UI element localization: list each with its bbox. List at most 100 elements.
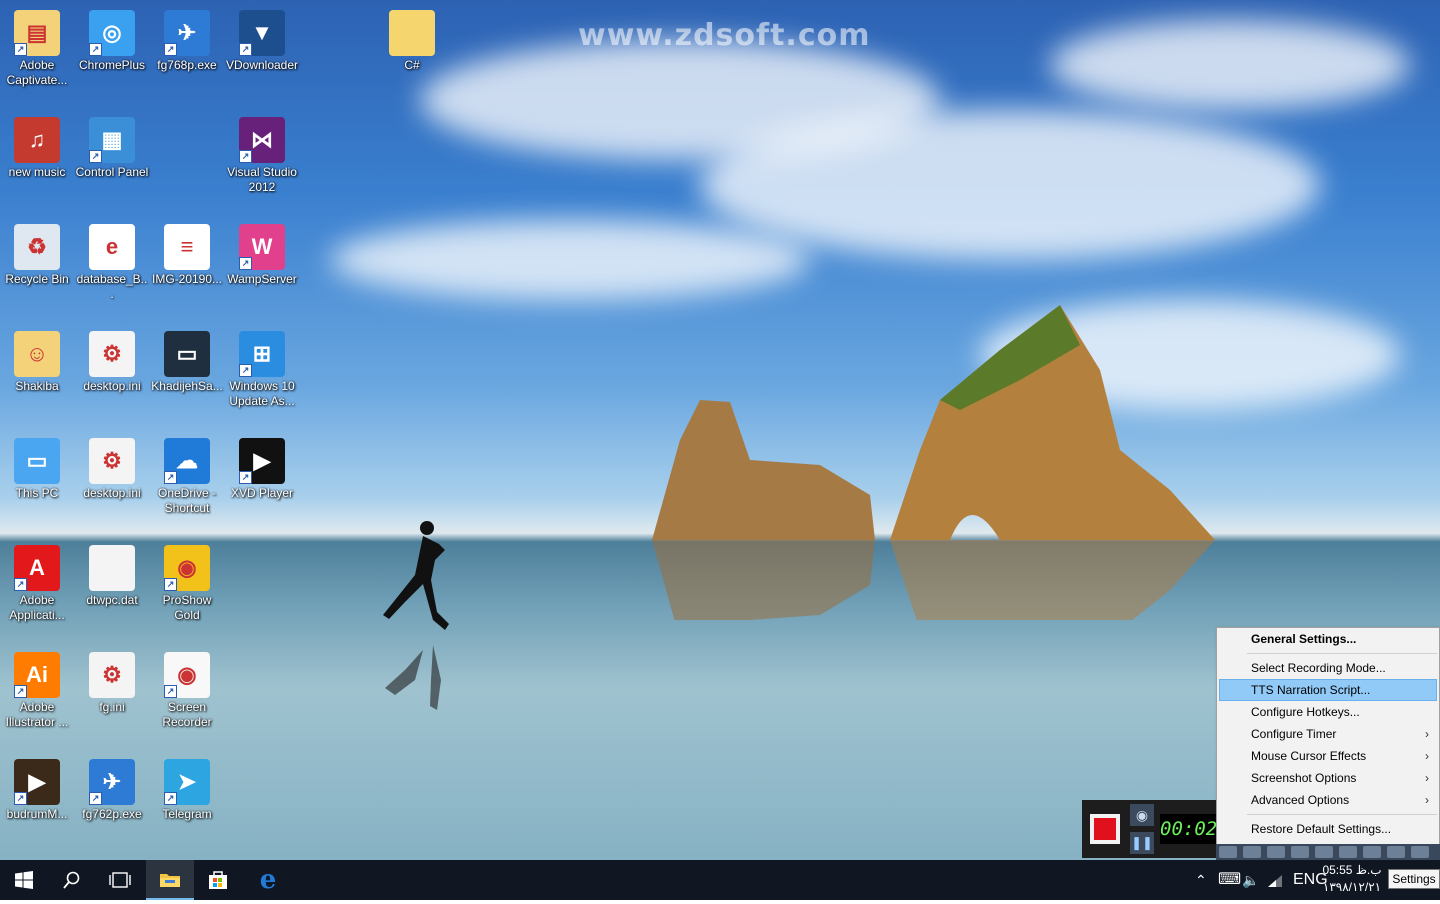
tray-icon[interactable] bbox=[1243, 846, 1261, 858]
ini-file-icon: ⚙ bbox=[89, 652, 135, 698]
desktop-icon[interactable]: Ai ↗ Adobe Illustrator ... bbox=[0, 652, 74, 730]
store-icon[interactable] bbox=[194, 860, 242, 900]
desktop-icon[interactable]: ▭ This PC bbox=[0, 438, 74, 501]
desktop-icon-label: Windows 10 Update As... bbox=[229, 379, 295, 408]
desktop-icon[interactable]: ✈ ↗ fg768p.exe bbox=[150, 10, 224, 73]
desktop-icon[interactable]: ☁ ↗ OneDrive - Shortcut bbox=[150, 438, 224, 516]
shortcut-arrow-icon: ↗ bbox=[14, 685, 27, 698]
desktop-icon-label: fg762p.exe bbox=[82, 807, 142, 821]
desktop-icon[interactable]: ▼ ↗ VDownloader bbox=[225, 10, 299, 73]
desktop-icon[interactable]: C# bbox=[375, 10, 449, 73]
shortcut-arrow-icon: ↗ bbox=[239, 471, 252, 484]
edge-browser-icon[interactable]: e bbox=[244, 860, 292, 900]
volume-icon[interactable]: 🔈 bbox=[1242, 860, 1259, 900]
network-icon[interactable] bbox=[1267, 860, 1283, 900]
menu-item[interactable]: Restore Default Settings... bbox=[1217, 818, 1439, 840]
task-view-icon[interactable] bbox=[96, 860, 144, 900]
tray-icon[interactable] bbox=[1291, 846, 1309, 858]
desktop-icon[interactable]: ☺ Shakiba bbox=[0, 331, 74, 394]
desktop-icon-label: budrumM... bbox=[6, 807, 68, 821]
menu-item[interactable]: General Settings... bbox=[1217, 628, 1439, 650]
tray-icon[interactable] bbox=[1411, 846, 1429, 858]
desktop-icon-label: Adobe Illustrator ... bbox=[5, 700, 69, 729]
menu-item-label: General Settings... bbox=[1251, 632, 1357, 646]
shortcut-arrow-icon: ↗ bbox=[14, 578, 27, 591]
desktop-icon-label: WampServer bbox=[227, 272, 297, 286]
taskbar: e ⌃ ⌨ 🔈 ENG 05:55 ب.ظ ۱۳۹۸/۱۲/۲۱ bbox=[0, 860, 1440, 900]
desktop-icon[interactable]: ≡ IMG-20190... bbox=[150, 224, 224, 287]
menu-item[interactable]: Screenshot Options › bbox=[1217, 767, 1439, 789]
desktop-icon[interactable]: dtwpc.dat bbox=[75, 545, 149, 608]
desktop-icon[interactable]: ✈ ↗ fg762p.exe bbox=[75, 759, 149, 822]
clock-time: 05:55 ب.ظ bbox=[1322, 863, 1382, 877]
desktop-icon[interactable]: ⚙ desktop.ini bbox=[75, 438, 149, 501]
menu-item-label: Configure Timer bbox=[1251, 727, 1337, 741]
start-button[interactable] bbox=[0, 860, 48, 900]
desktop-icon[interactable]: ➤ ↗ Telegram bbox=[150, 759, 224, 822]
desktop-icon[interactable]: ▶ ↗ budrumM... bbox=[0, 759, 74, 822]
keyboard-icon[interactable]: ⌨ bbox=[1218, 860, 1241, 900]
desktop-icon[interactable]: ▶ ↗ XVD Player bbox=[225, 438, 299, 501]
pause-button[interactable]: ❚❚ bbox=[1130, 832, 1154, 854]
xvd-player-icon: ▶ ↗ bbox=[239, 438, 285, 484]
fg-bird-icon: ✈ ↗ bbox=[164, 10, 210, 56]
desktop-icon[interactable]: ▭ KhadijehSa... bbox=[150, 331, 224, 394]
search-icon[interactable] bbox=[48, 860, 96, 900]
tray-icon[interactable] bbox=[1267, 846, 1285, 858]
pdf-icon: e bbox=[89, 224, 135, 270]
shortcut-arrow-icon: ↗ bbox=[164, 578, 177, 591]
desktop-icon-label: Adobe Applicati... bbox=[9, 593, 65, 622]
desktop-icon[interactable]: W ↗ WampServer bbox=[225, 224, 299, 287]
desktop-icon[interactable]: A ↗ Adobe Applicati... bbox=[0, 545, 74, 623]
menu-item[interactable]: TTS Narration Script... bbox=[1219, 679, 1437, 701]
desktop-icon[interactable]: ◎ ↗ ChromePlus bbox=[75, 10, 149, 73]
ini-file-icon: ⚙ bbox=[89, 331, 135, 377]
menu-item[interactable]: Mouse Cursor Effects › bbox=[1217, 745, 1439, 767]
shortcut-arrow-icon: ↗ bbox=[89, 150, 102, 163]
desktop-icon[interactable]: ⊞ ↗ Windows 10 Update As... bbox=[225, 331, 299, 409]
desktop[interactable]: www.zdsoft.com ▤ ↗ Adobe Captivate... ◎ ↗ Chr… bbox=[0, 0, 1440, 860]
menu-item[interactable]: Select Recording Mode... bbox=[1217, 657, 1439, 679]
desktop-icon[interactable]: ♻ Recycle Bin bbox=[0, 224, 74, 287]
tray-icon[interactable] bbox=[1363, 846, 1381, 858]
onedrive-icon: ☁ ↗ bbox=[164, 438, 210, 484]
menu-item-label: Screenshot Options bbox=[1251, 771, 1357, 785]
chevron-up-icon[interactable]: ⌃ bbox=[1195, 860, 1207, 900]
desktop-icon[interactable]: ◉ ↗ Screen Recorder bbox=[150, 652, 224, 730]
desktop-icon[interactable]: ⚙ fg.ini bbox=[75, 652, 149, 715]
desktop-icon-label: database_B... bbox=[76, 272, 148, 301]
shortcut-arrow-icon: ↗ bbox=[239, 257, 252, 270]
menu-item[interactable]: Configure Hotkeys... bbox=[1217, 701, 1439, 723]
tray-icon[interactable] bbox=[1219, 846, 1237, 858]
tray-icon[interactable] bbox=[1387, 846, 1405, 858]
desktop-icon-label: dtwpc.dat bbox=[86, 593, 138, 607]
runner-silhouette bbox=[383, 521, 449, 710]
file-explorer-icon[interactable] bbox=[146, 860, 194, 900]
menu-item[interactable]: Advanced Options › bbox=[1217, 789, 1439, 811]
desktop-icon-label: C# bbox=[404, 58, 420, 72]
desktop-icon-label: VDownloader bbox=[225, 58, 299, 72]
tray-icon[interactable] bbox=[1315, 846, 1333, 858]
music-folder-icon: ♫ bbox=[14, 117, 60, 163]
stop-record-button[interactable] bbox=[1090, 814, 1120, 844]
fg-bird-icon: ✈ ↗ bbox=[89, 759, 135, 805]
desktop-icon[interactable]: e database_B... bbox=[75, 224, 149, 302]
camera-icon[interactable]: ◉ bbox=[1130, 804, 1154, 826]
desktop-icon[interactable]: ⚙ desktop.ini bbox=[75, 331, 149, 394]
clock[interactable]: 05:55 ب.ظ ۱۳۹۸/۱۲/۲۱ bbox=[1320, 862, 1384, 896]
shortcut-arrow-icon: ↗ bbox=[164, 792, 177, 805]
illustrator-icon: Ai ↗ bbox=[14, 652, 60, 698]
control-panel-icon: ▦ ↗ bbox=[89, 117, 135, 163]
proshow-icon: ◉ ↗ bbox=[164, 545, 210, 591]
desktop-icon[interactable]: ♫ new music bbox=[0, 117, 74, 180]
desktop-icon[interactable]: ▤ ↗ Adobe Captivate... bbox=[0, 10, 74, 88]
desktop-icon[interactable]: ◉ ↗ ProShow Gold bbox=[150, 545, 224, 623]
desktop-icon[interactable]: ⋈ ↗ Visual Studio 2012 bbox=[225, 117, 299, 195]
shortcut-arrow-icon: ↗ bbox=[14, 792, 27, 805]
recording-timer: 00:02:0 bbox=[1160, 814, 1220, 844]
menu-item-label: Advanced Options bbox=[1251, 793, 1350, 807]
desktop-icon[interactable]: ▦ ↗ Control Panel bbox=[75, 117, 149, 180]
screen-recorder-icon: ◉ ↗ bbox=[164, 652, 210, 698]
menu-item[interactable]: Configure Timer › bbox=[1217, 723, 1439, 745]
tray-icon[interactable] bbox=[1339, 846, 1357, 858]
